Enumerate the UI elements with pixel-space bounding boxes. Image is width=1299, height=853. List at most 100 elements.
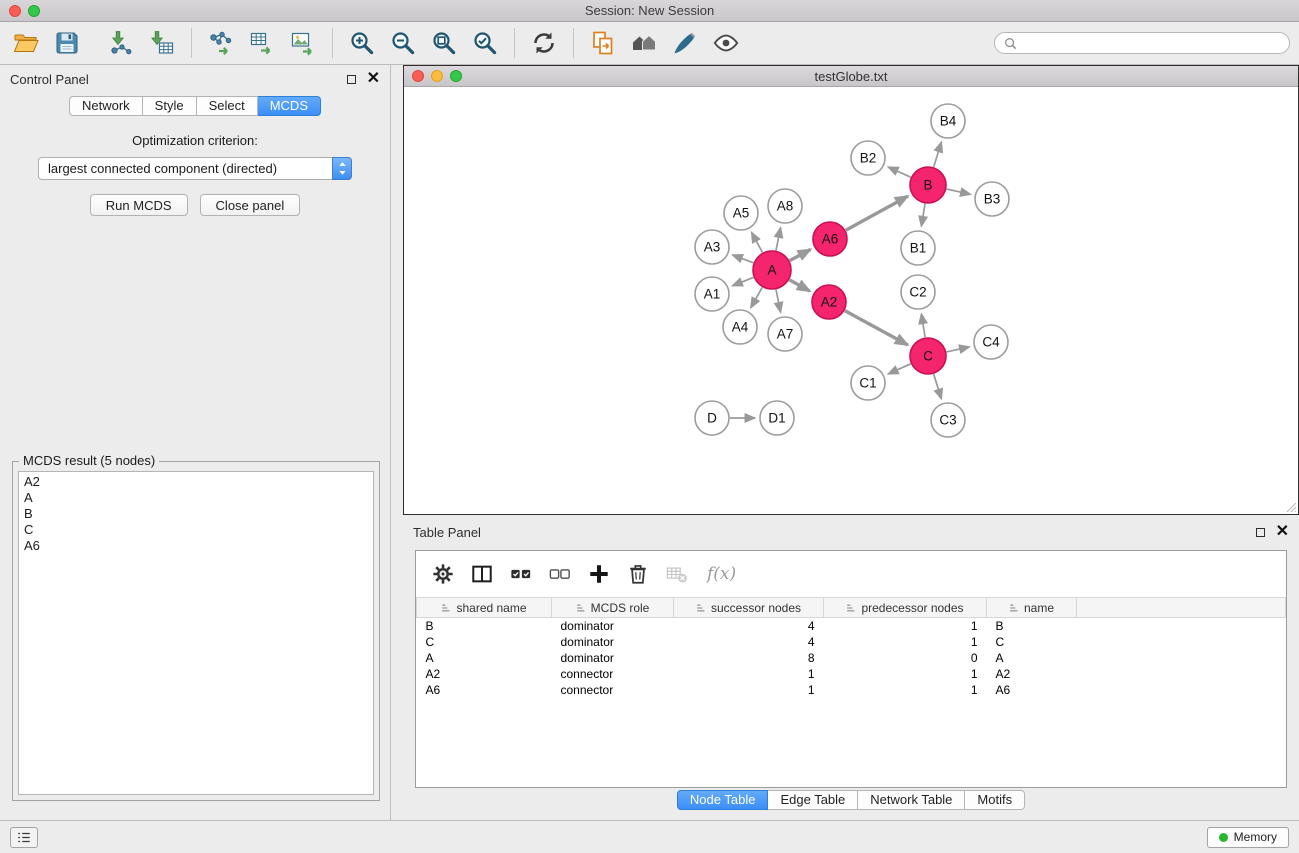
zoom-selected-button[interactable] (468, 26, 502, 60)
column-header-shared-name[interactable]: shared name (417, 598, 552, 618)
table-cell[interactable]: 1 (824, 666, 987, 682)
graph-edge-B-B4[interactable] (934, 142, 942, 167)
table-cell[interactable]: 4 (674, 618, 824, 634)
tab-mcds[interactable]: MCDS (258, 96, 321, 116)
graph-edge-A-A8[interactable] (776, 228, 781, 251)
network-graph[interactable]: AA6A2BCA1A3A4A5A7A8B1B2B3B4C1C2C3C4DD1 (404, 87, 1298, 514)
graph-node-A1[interactable]: A1 (695, 277, 729, 311)
tab-motifs[interactable]: Motifs (965, 790, 1025, 810)
function-builder-button[interactable]: f(x) (707, 564, 736, 584)
graph-edge-A-A5[interactable] (752, 232, 763, 252)
table-cell[interactable]: 1 (824, 634, 987, 650)
graph-node-A3[interactable]: A3 (695, 230, 729, 264)
table-cell[interactable]: C (417, 634, 552, 650)
table-row[interactable]: Adominator80A (417, 650, 1286, 666)
column-header-mcds-role[interactable]: MCDS role (552, 598, 674, 618)
column-header-predecessor-nodes[interactable]: predecessor nodes (824, 598, 987, 618)
table-cell[interactable]: dominator (552, 650, 674, 666)
tab-network-table[interactable]: Network Table (858, 790, 965, 810)
table-cell[interactable]: A6 (417, 682, 552, 698)
tab-network[interactable]: Network (69, 96, 143, 116)
table-cell[interactable]: dominator (552, 618, 674, 634)
graph-edge-A-A7[interactable] (776, 290, 781, 313)
trash-button[interactable] (623, 559, 653, 589)
tab-select[interactable]: Select (197, 96, 258, 116)
run-mcds-button[interactable]: Run MCDS (90, 194, 188, 216)
graph-node-A4[interactable]: A4 (723, 310, 757, 344)
table-row[interactable]: A2connector11A2 (417, 666, 1286, 682)
column-header-name[interactable]: name (987, 598, 1077, 618)
export-image-button[interactable] (286, 26, 320, 60)
save-floppy-button[interactable] (50, 26, 84, 60)
graph-edge-C-C1[interactable] (888, 364, 911, 374)
import-network-button[interactable] (104, 26, 138, 60)
settings-gear-button[interactable] (428, 559, 458, 589)
table-cell[interactable]: C (987, 634, 1077, 650)
graph-node-A7[interactable]: A7 (768, 317, 802, 351)
mcds-result-item[interactable]: A (24, 490, 368, 506)
table-cell[interactable]: dominator (552, 634, 674, 650)
table-row[interactable]: Bdominator41B (417, 618, 1286, 634)
graph-node-B4[interactable]: B4 (931, 104, 965, 138)
delete-table-button[interactable] (662, 559, 692, 589)
graph-edge-A-A3[interactable] (733, 255, 754, 263)
search-input[interactable] (1022, 36, 1280, 50)
resize-grip-icon[interactable] (1286, 502, 1297, 513)
minimize-view-button[interactable] (431, 70, 443, 82)
graph-edge-B-B1[interactable] (921, 204, 925, 227)
show-panels-button[interactable] (10, 827, 38, 848)
table-cell[interactable]: B (417, 618, 552, 634)
criterion-dropdown[interactable]: largest connected component (directed) (38, 157, 352, 180)
table-row[interactable]: A6connector11A6 (417, 682, 1286, 698)
graph-edge-C-C3[interactable] (934, 374, 942, 399)
graph-node-D1[interactable]: D1 (760, 401, 794, 435)
tab-node-table[interactable]: Node Table (677, 790, 769, 810)
search-box[interactable] (994, 32, 1290, 54)
mcds-result-item[interactable]: A2 (24, 474, 368, 490)
graph-edge-B-B2[interactable] (888, 167, 911, 177)
tab-edge-table[interactable]: Edge Table (768, 790, 858, 810)
table-cell[interactable]: 1 (824, 618, 987, 634)
add-button[interactable] (584, 559, 614, 589)
graph-node-A[interactable]: A (753, 251, 791, 289)
mcds-result-item[interactable]: C (24, 522, 368, 538)
memory-button[interactable]: Memory (1207, 827, 1289, 848)
zoom-out-button[interactable] (386, 26, 420, 60)
refresh-button[interactable] (527, 26, 561, 60)
graph-edge-C-C2[interactable] (921, 314, 925, 338)
close-view-button[interactable] (412, 70, 424, 82)
mcds-result-list[interactable]: A2ABCA6 (18, 471, 374, 795)
graph-edge-A6-B[interactable] (846, 196, 908, 230)
float-table-panel-icon[interactable] (1256, 528, 1265, 537)
home-pair-button[interactable] (627, 26, 661, 60)
graph-node-A6[interactable]: A6 (813, 222, 847, 256)
close-window-button[interactable] (9, 5, 21, 17)
table-cell[interactable]: 1 (674, 666, 824, 682)
graph-node-C[interactable]: C (910, 338, 946, 374)
fullscreen-window-button[interactable] (28, 5, 40, 17)
close-panel-icon[interactable]: ✕ (367, 73, 380, 85)
table-cell[interactable]: A (417, 650, 552, 666)
deselect-all-button[interactable] (545, 559, 575, 589)
select-all-button[interactable] (506, 559, 536, 589)
graph-node-C4[interactable]: C4 (974, 325, 1008, 359)
table-row[interactable]: Cdominator41C (417, 634, 1286, 650)
table-cell[interactable]: 1 (674, 682, 824, 698)
float-panel-icon[interactable] (347, 75, 356, 84)
table-cell[interactable]: 1 (824, 682, 987, 698)
mcds-result-item[interactable]: A6 (24, 538, 368, 554)
graph-node-B1[interactable]: B1 (901, 231, 935, 265)
graph-edge-A-A1[interactable] (732, 277, 753, 285)
eye-button[interactable] (709, 26, 743, 60)
network-canvas[interactable]: AA6A2BCA1A3A4A5A7A8B1B2B3B4C1C2C3C4DD1 (404, 87, 1298, 514)
table-cell[interactable]: 0 (824, 650, 987, 666)
open-folder-button[interactable] (9, 26, 43, 60)
close-panel-button[interactable]: Close panel (200, 194, 301, 216)
table-cell[interactable]: A2 (417, 666, 552, 682)
paintbrush-button[interactable] (668, 26, 702, 60)
table-cell[interactable]: connector (552, 682, 674, 698)
graph-edge-A-A2[interactable] (789, 280, 809, 291)
graph-edge-A-A4[interactable] (751, 287, 762, 307)
graph-node-D[interactable]: D (695, 401, 729, 435)
tab-style[interactable]: Style (143, 96, 197, 116)
